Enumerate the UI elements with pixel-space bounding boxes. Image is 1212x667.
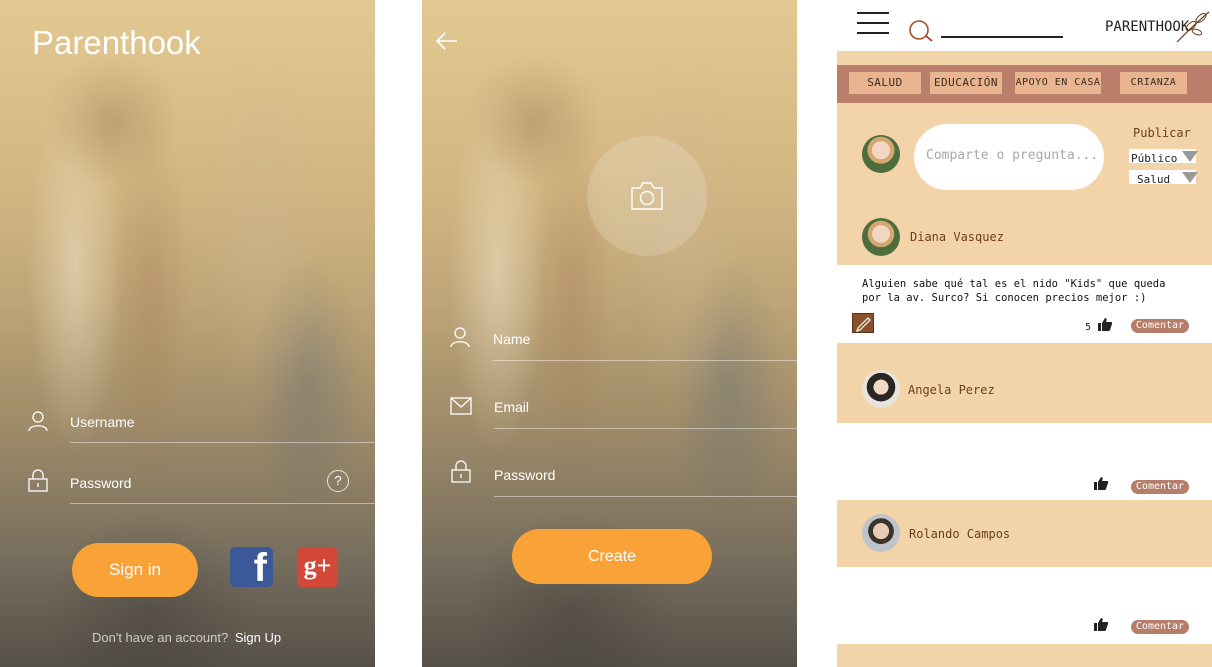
email-field[interactable]: Email [494,399,529,415]
facebook-glyph: f [253,547,267,587]
password-field[interactable]: Password [494,467,555,483]
user-icon [449,326,471,353]
category-educacion[interactable]: EDUCACIÓN [930,72,1002,94]
thumbs-up-icon[interactable] [1093,617,1109,637]
publish-button[interactable]: Publicar [1133,126,1191,140]
avatar [862,514,900,552]
avatar [862,135,900,173]
post-text: Alguien sabe qué tal es el nido "Kids" q… [862,278,1166,304]
post-author[interactable]: Angela Perez [908,383,995,397]
sign-in-button[interactable]: Sign in [72,543,198,597]
camera-icon [629,180,665,217]
lock-icon [450,460,472,489]
leaf-branch-icon [1176,11,1210,43]
sign-up-link[interactable]: Sign Up [235,630,281,645]
password-field[interactable]: Password [70,475,131,491]
brand-logo: PARENTHOOK [1105,11,1210,48]
category-crianza[interactable]: CRIANZA [1120,72,1187,94]
app-title: Parenthook [32,24,201,61]
feed-screen: PARENTHOOK SALUD EDUCACIÓN APOYO EN CASA… [837,0,1212,667]
menu-icon[interactable] [857,12,889,34]
thumbs-up-icon[interactable] [1097,317,1113,337]
email-underline [494,428,797,429]
search-icon[interactable] [908,19,934,48]
like-count: 5 [1085,322,1092,333]
create-account-screen: Name Email Password Create [422,0,797,667]
google-plus-icon[interactable]: g+ [297,547,338,587]
lock-icon [27,469,49,498]
profile-photo-picker[interactable] [587,136,707,256]
google-plus-glyph: g+ [303,551,332,580]
category-select[interactable]: Salud [1129,170,1198,186]
edit-icon[interactable] [852,313,874,333]
facebook-icon[interactable]: f [230,547,273,587]
search-input[interactable] [941,36,1063,38]
no-account-text: Don't have an account? [92,630,229,645]
category-apoyo-en-casa[interactable]: APOYO EN CASA [1015,72,1101,94]
signup-prompt: Don't have an account? Sign Up [92,630,281,645]
dropdown-arrow-icon [1182,151,1198,162]
category-bar [837,51,1212,65]
login-screen: Parenthook Username Password ? Sign in f… [0,0,375,667]
comment-button[interactable]: Comentar [1131,319,1189,333]
avatar [862,370,900,408]
category-select-value: Salud [1137,173,1171,186]
help-icon[interactable]: ? [327,470,349,492]
name-field[interactable]: Name [493,331,530,347]
dropdown-arrow-icon [1182,172,1198,183]
password-underline [70,503,375,504]
thumbs-up-icon[interactable] [1093,476,1109,496]
back-arrow-icon[interactable] [435,31,459,56]
composer-placeholder: Comparte o pregunta... [926,148,1099,163]
visibility-select[interactable]: Público [1129,149,1198,165]
post-author[interactable]: Rolando Campos [909,527,1010,541]
username-field[interactable]: Username [70,414,135,430]
comment-button[interactable]: Comentar [1131,480,1189,494]
user-icon [27,410,49,437]
name-underline [493,360,797,361]
username-underline [70,442,375,443]
mail-icon [450,397,472,420]
post-author[interactable]: Diana Vasquez [910,230,1004,244]
category-salud[interactable]: SALUD [849,72,921,94]
password-underline [494,496,797,497]
post-composer-input[interactable]: Comparte o pregunta... [914,124,1104,190]
comment-button[interactable]: Comentar [1131,620,1189,634]
next-post-band [837,644,1212,667]
avatar [862,218,900,256]
create-button[interactable]: Create [512,529,712,584]
visibility-value: Público [1131,152,1178,165]
